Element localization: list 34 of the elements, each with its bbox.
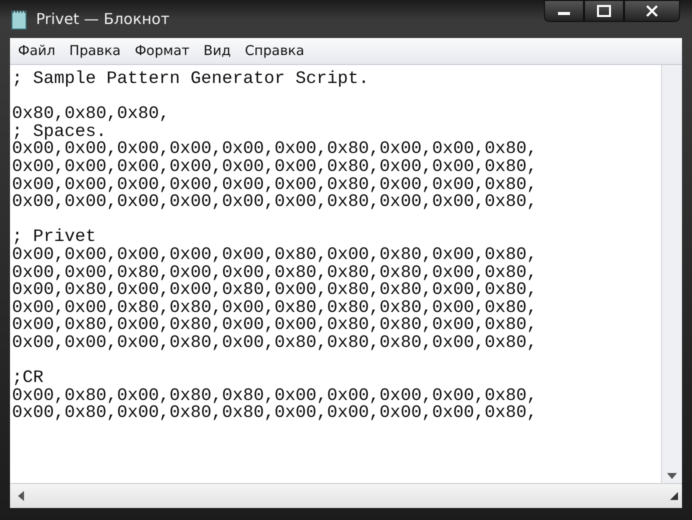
text-line: ;CR bbox=[12, 370, 44, 388]
text-line: 0x00,0x80,0x00,0x00,0x80,0x00,0x80,0x80,0x00,0x80, bbox=[12, 282, 538, 300]
text-line: 0x80,0x80,0x80, bbox=[12, 106, 171, 124]
text-line: 0x00,0x00,0x00,0x00,0x00,0x80,0x00,0x80,0x00,0x80, bbox=[12, 246, 538, 265]
text-line: ; Privet bbox=[12, 229, 96, 247]
close-button[interactable] bbox=[624, 0, 680, 22]
minimize-button[interactable] bbox=[544, 0, 584, 22]
text-line: 0x00,0x80,0x00,0x80,0x80,0x00,0x00,0x00,0x00,0x80, bbox=[12, 388, 538, 406]
close-icon bbox=[645, 5, 659, 17]
text-line: ; Spaces. bbox=[12, 124, 107, 142]
maximize-button[interactable] bbox=[584, 0, 624, 22]
menu-item[interactable]: Вид bbox=[197, 41, 237, 61]
text-line: 0x00,0x80,0x00,0x80,0x80,0x00,0x00,0x00,0x00,0x80, bbox=[12, 405, 538, 423]
text-line: 0x00,0x00,0x80,0x00,0x00,0x80,0x80,0x80,0x00,0x80, bbox=[12, 264, 538, 282]
horizontal-scrollbar[interactable] bbox=[10, 483, 682, 508]
left-arrow-icon bbox=[18, 491, 24, 501]
text-line: 0x00,0x80,0x00,0x80,0x00,0x00,0x80,0x80,0x00,0x80, bbox=[12, 317, 538, 335]
notepad-icon bbox=[10, 8, 28, 30]
text-line: ; Sample Pattern Generator Script. bbox=[12, 71, 370, 89]
text-line: 0x00,0x00,0x00,0x00,0x00,0x00,0x80,0x00,0x00,0x80, bbox=[12, 194, 538, 212]
menu-item[interactable]: Файл bbox=[12, 41, 62, 61]
text-line: 0x00,0x00,0x00,0x00,0x00,0x00,0x80,0x00,0x00,0x80, bbox=[12, 141, 538, 159]
text-line: 0x00,0x00,0x00,0x00,0x00,0x00,0x80,0x00,0x00,0x80, bbox=[12, 158, 538, 177]
text-line: 0x00,0x00,0x00,0x00,0x00,0x00,0x80,0x00,0x00,0x80, bbox=[12, 176, 538, 194]
menu-item[interactable]: Формат bbox=[128, 41, 196, 61]
menu-item[interactable]: Справка bbox=[238, 41, 310, 61]
down-arrow-icon bbox=[667, 473, 677, 479]
menu-item[interactable]: Правка bbox=[63, 41, 127, 61]
maximize-icon bbox=[596, 5, 612, 17]
text-line: 0x00,0x00,0x80,0x80,0x00,0x80,0x80,0x80,0x00,0x80, bbox=[12, 300, 538, 318]
window-title: Privet — Блокнот bbox=[36, 10, 170, 28]
text-line: 0x00,0x00,0x00,0x80,0x00,0x80,0x80,0x80,0x00,0x80, bbox=[12, 334, 538, 352]
resize-grip-icon[interactable] bbox=[670, 492, 678, 500]
vertical-scrollbar[interactable] bbox=[661, 65, 682, 483]
